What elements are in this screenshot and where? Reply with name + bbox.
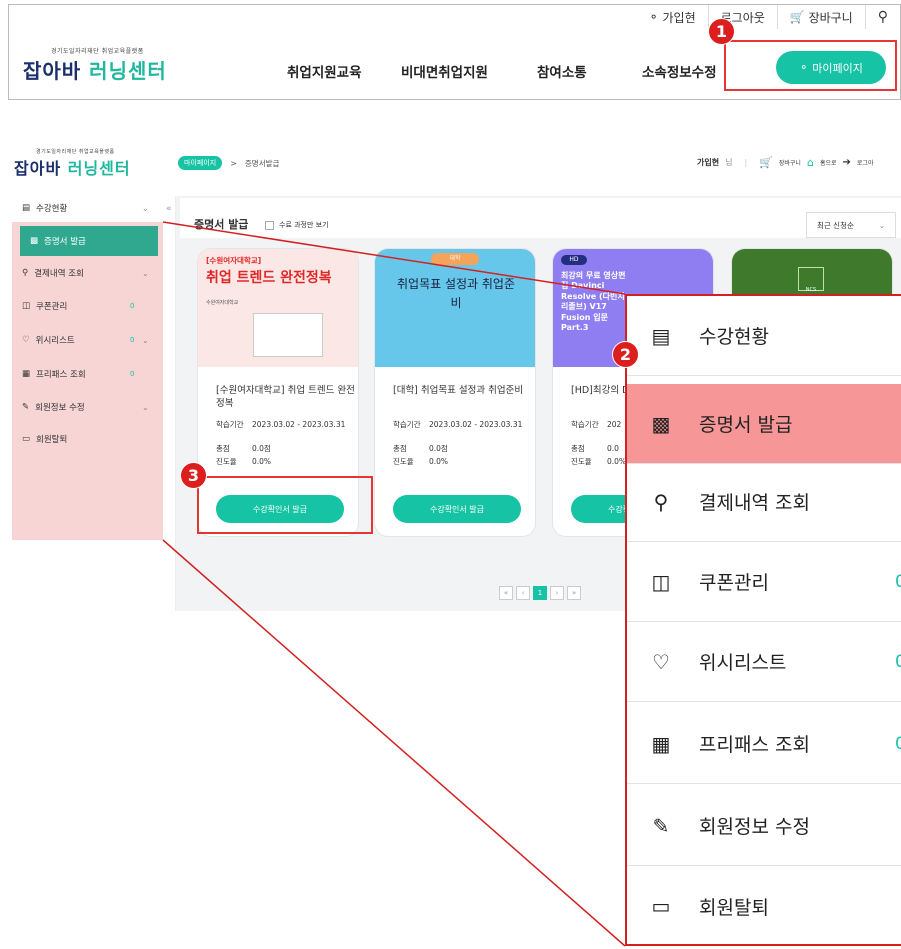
logout-icon[interactable]: ➔ — [843, 157, 851, 168]
chevron-down-icon: ⌄ — [142, 402, 149, 412]
zoom-item-coupons[interactable]: ◫ 쿠폰관리 0 — [627, 542, 901, 622]
completed-filter[interactable]: 수료 과정만 보기 — [265, 220, 329, 230]
heart-icon: ♡ — [22, 335, 30, 345]
sidebar-item-certificate[interactable]: ▩ 증명서 발급 — [20, 226, 158, 256]
course-thumbnail: [수원여자대학교] 취업 트렌드 완전정복 수원여자대학교 — [198, 249, 358, 367]
sidebar-item-freepass[interactable]: ▦ 프리패스 조회 0 — [12, 359, 158, 389]
zoomed-sidebar-panel: ▤ 수강현황 ▩ 증명서 발급 ⚲ 결제내역 조회 ◫ 쿠폰관리 0 ♡ 위시리스트 0 ▦ 프… — [625, 294, 901, 946]
sidebar-item-payments[interactable]: ⚲ 결제내역 조회 ⌄ — [12, 258, 158, 288]
withdraw-icon: ▭ — [22, 434, 31, 444]
user-name: 가입현 — [697, 158, 720, 167]
withdraw-icon: ▭ — [651, 894, 671, 918]
breadcrumb: 마이페이지 > 증명서발급 — [178, 156, 279, 170]
course-thumbnail: 대학 취업목표 설정과 취업준비 — [375, 249, 535, 367]
chevron-down-icon: ⌄ — [142, 268, 149, 278]
step-marker-2: 2 — [612, 341, 639, 368]
payment-icon: ⚲ — [22, 268, 29, 278]
pagination: « ‹ 1 › » — [499, 586, 581, 600]
highlight-box-1 — [724, 40, 897, 91]
pager-prev[interactable]: ‹ — [516, 586, 530, 600]
logo[interactable]: 경기도일자리재단 취업교육플랫폼 잡아바 러닝센터 — [23, 46, 167, 84]
sort-select[interactable]: 최근 신청순 ⌄ — [806, 212, 896, 238]
cart-link[interactable]: 🛒 장바구니 — [776, 5, 865, 29]
freepass-icon: ▦ — [22, 369, 31, 379]
page-title: 증명서 발급 — [194, 218, 249, 231]
coupon-icon: ◫ — [651, 569, 671, 594]
collapse-icon[interactable]: « — [166, 204, 172, 214]
sidebar-item-profile-edit[interactable]: ✎ 회원정보 수정 ⌄ — [12, 392, 158, 422]
content-toolbar — [180, 198, 901, 238]
logout-link-2[interactable]: 로그아 — [857, 158, 874, 167]
sidebar-item-coupons[interactable]: ◫ 쿠폰관리 0 — [12, 291, 158, 321]
breadcrumb-mypage[interactable]: 마이페이지 — [178, 156, 223, 170]
zoom-item-freepass[interactable]: ▦ 프리패스 조회 0 — [627, 704, 901, 784]
heart-icon: ♡ — [652, 649, 670, 674]
zoom-item-courses[interactable]: ▤ 수강현황 — [627, 296, 901, 376]
home-icon[interactable]: ⌂ — [807, 156, 814, 169]
home-link[interactable]: 홈으로 — [820, 158, 837, 167]
payment-icon: ⚲ — [653, 489, 669, 514]
checkbox[interactable] — [265, 220, 274, 230]
nav-community[interactable]: 참여소통 — [537, 61, 587, 81]
pager-last[interactable]: » — [567, 586, 581, 600]
freepass-icon: ▦ — [651, 731, 671, 756]
list-icon: ▤ — [651, 323, 671, 348]
step-marker-3: 3 — [180, 462, 207, 489]
zoom-item-certificate[interactable]: ▩ 증명서 발급 — [627, 384, 901, 464]
certificate-icon: ▩ — [651, 411, 671, 436]
sidebar-item-withdraw[interactable]: ▭ 회원탈퇴 — [12, 424, 158, 454]
illustration — [253, 313, 323, 357]
nav-remote-support[interactable]: 비대면취업지원 — [401, 61, 488, 81]
cart-icon[interactable]: 🛒 — [759, 156, 773, 169]
coupon-icon: ◫ — [22, 301, 31, 311]
certificate-icon: ▩ — [30, 236, 39, 246]
pencil-icon: ✎ — [22, 402, 30, 412]
pager-first[interactable]: « — [499, 586, 513, 600]
sidebar-item-courses[interactable]: ▤ 수강현황 ⌄ — [12, 193, 158, 223]
issue-certificate-button[interactable]: 수강확인서 발급 — [393, 495, 521, 523]
course-card[interactable]: 대학 취업목표 설정과 취업준비 [대학] 취업목표 설정과 취업준비 학습기간… — [374, 248, 536, 537]
utility-bar: ⚬ 가입현 로그아웃 🛒 장바구니 ⚲ — [637, 5, 900, 29]
sidebar-item-wishlist[interactable]: ♡ 위시리스트 0 ⌄ — [12, 325, 158, 355]
nav-affiliation-edit[interactable]: 소속정보수정 — [642, 61, 717, 81]
sub-util-bar: 가입현 님 | 🛒 장바구니 ⌂ 홈으로 ➔ 로그아 — [697, 156, 874, 169]
breadcrumb-current: 증명서발급 — [244, 158, 280, 168]
step-marker-1: 1 — [708, 18, 735, 45]
pager-page-1[interactable]: 1 — [533, 586, 547, 600]
pager-next[interactable]: › — [550, 586, 564, 600]
chevron-down-icon: ⌄ — [142, 203, 149, 213]
highlight-box-3 — [197, 476, 373, 534]
chevron-down-icon: ⌄ — [142, 335, 149, 345]
list-icon: ▤ — [22, 203, 31, 213]
zoom-item-profile-edit[interactable]: ✎ 회원정보 수정 — [627, 786, 901, 866]
nav-job-training[interactable]: 취업지원교육 — [287, 61, 362, 81]
cart-link-2[interactable]: 장바구니 — [779, 158, 801, 167]
search-icon[interactable]: ⚲ — [864, 5, 900, 29]
user-link[interactable]: ⚬ 가입현 — [637, 5, 708, 29]
chevron-down-icon: ⌄ — [878, 220, 885, 230]
zoom-item-wishlist[interactable]: ♡ 위시리스트 0 — [627, 622, 901, 702]
pencil-icon: ✎ — [652, 813, 670, 838]
zoom-item-withdraw[interactable]: ▭ 회원탈퇴 — [627, 866, 901, 946]
logo-secondary[interactable]: 경기도일자리재단 취업교육플랫폼 잡아바 러닝센터 — [14, 148, 131, 179]
zoom-item-payments[interactable]: ⚲ 결제내역 조회 — [627, 462, 901, 542]
